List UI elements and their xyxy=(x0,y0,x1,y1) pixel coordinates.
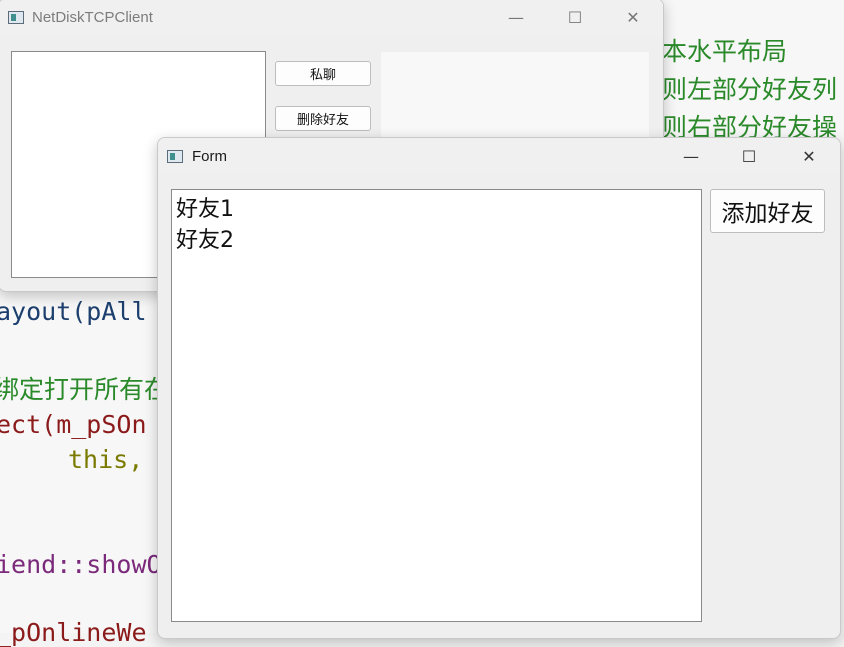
friend-list-item[interactable]: 好友2 xyxy=(172,225,701,256)
form-window: Form — ☐ ✕ 好友1 好友2 添加好友 xyxy=(157,137,841,639)
close-icon[interactable]: ✕ xyxy=(610,0,656,35)
maximize-icon[interactable]: ☐ xyxy=(726,138,772,174)
close-icon[interactable]: ✕ xyxy=(786,138,832,174)
code-line: ayout(pAll xyxy=(0,297,147,326)
form-window-title: Form xyxy=(192,148,227,165)
minimize-icon[interactable]: — xyxy=(493,0,539,35)
code-line: this, xyxy=(68,445,144,474)
minimize-icon[interactable]: — xyxy=(668,138,714,174)
code-comment-line: 绑定打开所有在 xyxy=(0,375,170,404)
add-friend-button[interactable]: 添加好友 xyxy=(710,189,825,233)
code-line: iend::showO xyxy=(0,550,162,579)
delete-friend-button[interactable]: 删除好友 xyxy=(275,106,371,131)
form-titlebar: Form — ☐ ✕ xyxy=(158,138,840,174)
app-icon xyxy=(167,150,183,163)
main-titlebar: NetDiskTCPClient — ☐ ✕ xyxy=(0,0,663,35)
friend-list[interactable]: 好友1 好友2 xyxy=(171,189,702,622)
maximize-icon[interactable]: ☐ xyxy=(552,0,598,35)
code-comment-line: 本水平布局 xyxy=(662,37,788,66)
code-line: ect(m_pSOn xyxy=(0,410,147,439)
friend-list-item[interactable]: 好友1 xyxy=(172,194,701,225)
app-icon xyxy=(8,11,24,24)
private-chat-button[interactable]: 私聊 xyxy=(275,61,371,86)
code-comment-line: 则左部分好友列 xyxy=(662,75,838,104)
right-panel xyxy=(381,52,649,142)
main-window-title: NetDiskTCPClient xyxy=(32,9,153,26)
